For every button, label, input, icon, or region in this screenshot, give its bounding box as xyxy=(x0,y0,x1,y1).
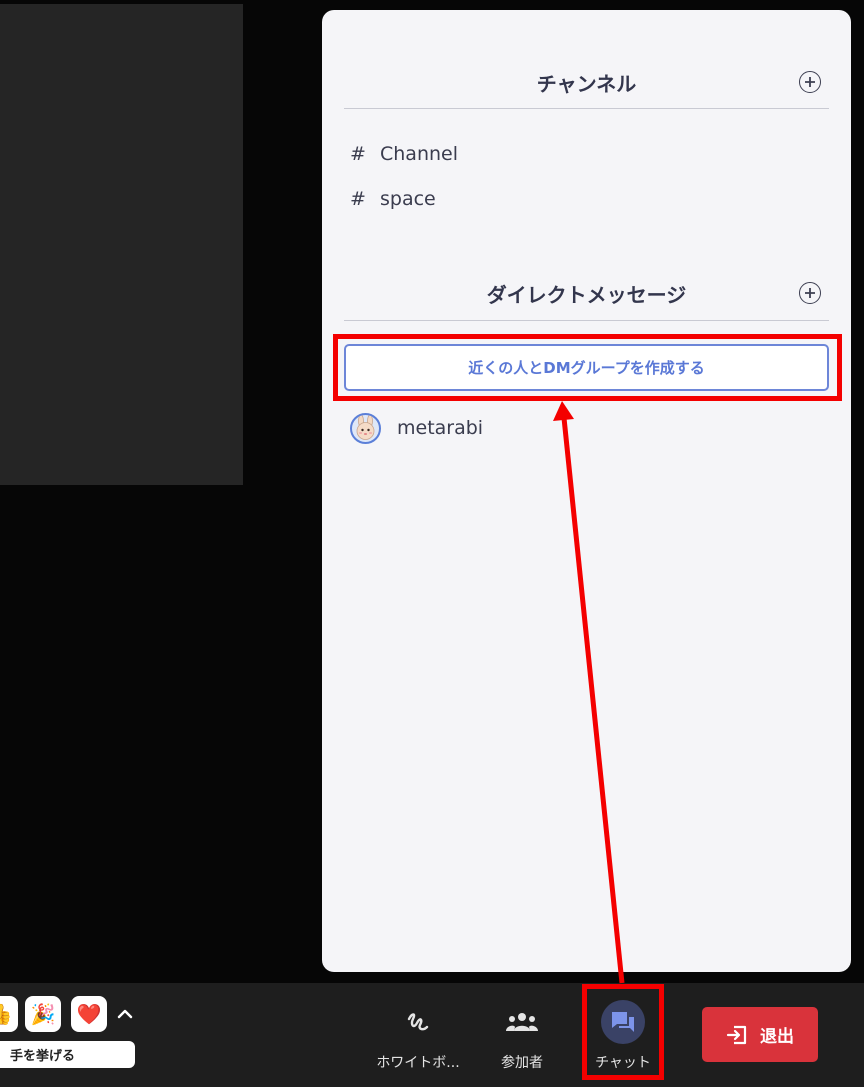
chat-panel: チャンネル # Channel # space ダイレクトメッセージ 近くの人と… xyxy=(322,10,851,972)
chevron-up-icon[interactable] xyxy=(114,1003,136,1025)
dm-name: metarabi xyxy=(397,417,484,439)
chat-label: チャット xyxy=(595,1055,651,1071)
participants-icon xyxy=(500,1000,544,1044)
channels-header: チャンネル xyxy=(344,66,829,98)
channel-hash-icon: # xyxy=(350,188,366,210)
create-nearby-dm-group-button[interactable]: 近くの人とDMグループを作成する xyxy=(344,344,829,391)
chat-button[interactable]: チャット xyxy=(575,1000,671,1076)
party-popper-icon[interactable]: 🎉 xyxy=(25,996,61,1032)
whiteboard-label: ホワイトボ... xyxy=(376,1055,460,1071)
dm-title: ダイレクトメッセージ xyxy=(486,282,687,307)
channels-title: チャンネル xyxy=(536,71,637,96)
exit-icon xyxy=(726,1025,747,1044)
channel-item-space[interactable]: # space xyxy=(350,184,436,214)
dm-header: ダイレクトメッセージ xyxy=(344,277,829,309)
video-tile xyxy=(0,4,243,485)
raise-hand-label: 手を挙げる xyxy=(10,1049,76,1064)
thumbs-up-icon[interactable]: 👍 xyxy=(0,996,18,1032)
channel-hash-icon: # xyxy=(350,143,366,165)
leave-label: 退出 xyxy=(760,1027,794,1047)
channel-item-channel[interactable]: # Channel xyxy=(350,139,458,169)
raise-hand-button[interactable]: 手を挙げる xyxy=(0,1041,135,1068)
plus-icon xyxy=(805,77,815,87)
channel-name: Channel xyxy=(380,143,459,165)
rabbit-avatar-icon xyxy=(350,412,381,444)
chat-bubbles-icon xyxy=(601,1000,645,1044)
add-channel-button[interactable] xyxy=(799,71,821,93)
participants-label: 参加者 xyxy=(501,1055,543,1071)
whiteboard-squiggle-icon xyxy=(396,1000,440,1044)
participants-button[interactable]: 参加者 xyxy=(474,1000,570,1076)
leave-button[interactable]: 退出 xyxy=(702,1007,818,1062)
whiteboard-button[interactable]: ホワイトボ... xyxy=(370,1000,466,1076)
channel-name: space xyxy=(380,188,436,210)
add-dm-button[interactable] xyxy=(799,282,821,304)
dm-divider xyxy=(344,320,829,321)
channels-divider xyxy=(344,108,829,109)
dm-item-metarabi[interactable]: metarabi xyxy=(350,411,483,445)
heart-icon[interactable]: ❤️ xyxy=(71,996,107,1032)
plus-icon xyxy=(805,288,815,298)
